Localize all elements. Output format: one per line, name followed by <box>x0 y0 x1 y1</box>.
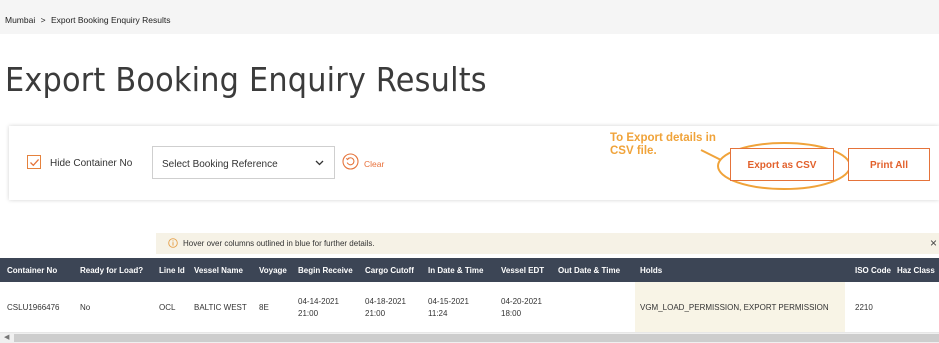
header-haz-class[interactable]: Haz Class <box>897 266 935 275</box>
cell-begin-receive-time: 21:00 <box>298 309 319 318</box>
cell-cargo-cutoff-date: 04-18-2021 <box>365 297 406 306</box>
table-header: Container No Ready for Load? Line Id Ves… <box>0 258 939 282</box>
header-container-no[interactable]: Container No <box>7 266 57 275</box>
header-line-id[interactable]: Line Id <box>159 266 185 275</box>
breadcrumb-separator: > <box>40 15 46 25</box>
cell-iso-code: 2210 <box>855 303 873 312</box>
header-out-date-time[interactable]: Out Date & Time <box>558 266 620 275</box>
header-iso-code[interactable]: ISO Code <box>855 266 891 275</box>
horizontal-scrollbar[interactable]: ◀ <box>0 333 939 343</box>
cell-cargo-cutoff-time: 21:00 <box>365 309 386 318</box>
page-title: Export Booking Enquiry Results <box>5 60 487 99</box>
header-vessel-name[interactable]: Vessel Name <box>194 266 243 275</box>
header-in-date-time[interactable]: In Date & Time <box>428 266 483 275</box>
cell-in-time: 11:24 <box>428 309 448 318</box>
print-all-button[interactable]: Print All <box>848 148 930 181</box>
breadcrumb-home[interactable]: Mumbai <box>5 15 35 25</box>
cell-vessel-edt-time: 18:00 <box>501 309 522 318</box>
cell-vessel-edt-date: 04-20-2021 <box>501 297 542 306</box>
info-text: Hover over columns outlined in blue for … <box>183 239 375 248</box>
filter-panel: Hide Container No Select Booking Referen… <box>9 126 939 200</box>
breadcrumb: Mumbai > Export Booking Enquiry Results <box>5 15 170 25</box>
cell-container-no: CSLU1966476 <box>7 303 60 312</box>
header-holds[interactable]: Holds <box>640 266 662 275</box>
table-row[interactable]: CSLU1966476 No OCL BALTIC WEST 8E 04-14-… <box>0 282 939 333</box>
cell-begin-receive-date: 04-14-2021 <box>298 297 339 306</box>
cell-ready-for-load: No <box>80 303 91 312</box>
header-ready-for-load[interactable]: Ready for Load? <box>80 266 143 275</box>
cell-vessel-name: BALTIC WEST <box>194 303 247 312</box>
cell-line-id: OCL <box>159 303 176 312</box>
breadcrumb-current: Export Booking Enquiry Results <box>50 15 171 25</box>
scroll-left-icon[interactable]: ◀ <box>4 333 9 341</box>
info-icon <box>168 238 178 248</box>
header-cargo-cutoff[interactable]: Cargo Cutoff <box>365 266 414 275</box>
header-vessel-edt[interactable]: Vessel EDT <box>501 266 544 275</box>
cell-holds: VGM_LOAD_PERMISSION, EXPORT PERMISSION <box>640 303 829 312</box>
cell-in-date: 04-15-2021 <box>428 297 469 306</box>
top-bar: Mumbai > Export Booking Enquiry Results <box>0 0 939 34</box>
info-banner: Hover over columns outlined in blue for … <box>156 233 939 254</box>
scrollbar-thumb[interactable] <box>14 334 939 342</box>
header-voyage[interactable]: Voyage <box>259 266 287 275</box>
cell-voyage: 8E <box>259 303 269 312</box>
close-icon[interactable]: × <box>930 236 937 250</box>
export-csv-button[interactable]: Export as CSV <box>730 148 834 181</box>
header-begin-receive[interactable]: Begin Receive <box>298 266 353 275</box>
